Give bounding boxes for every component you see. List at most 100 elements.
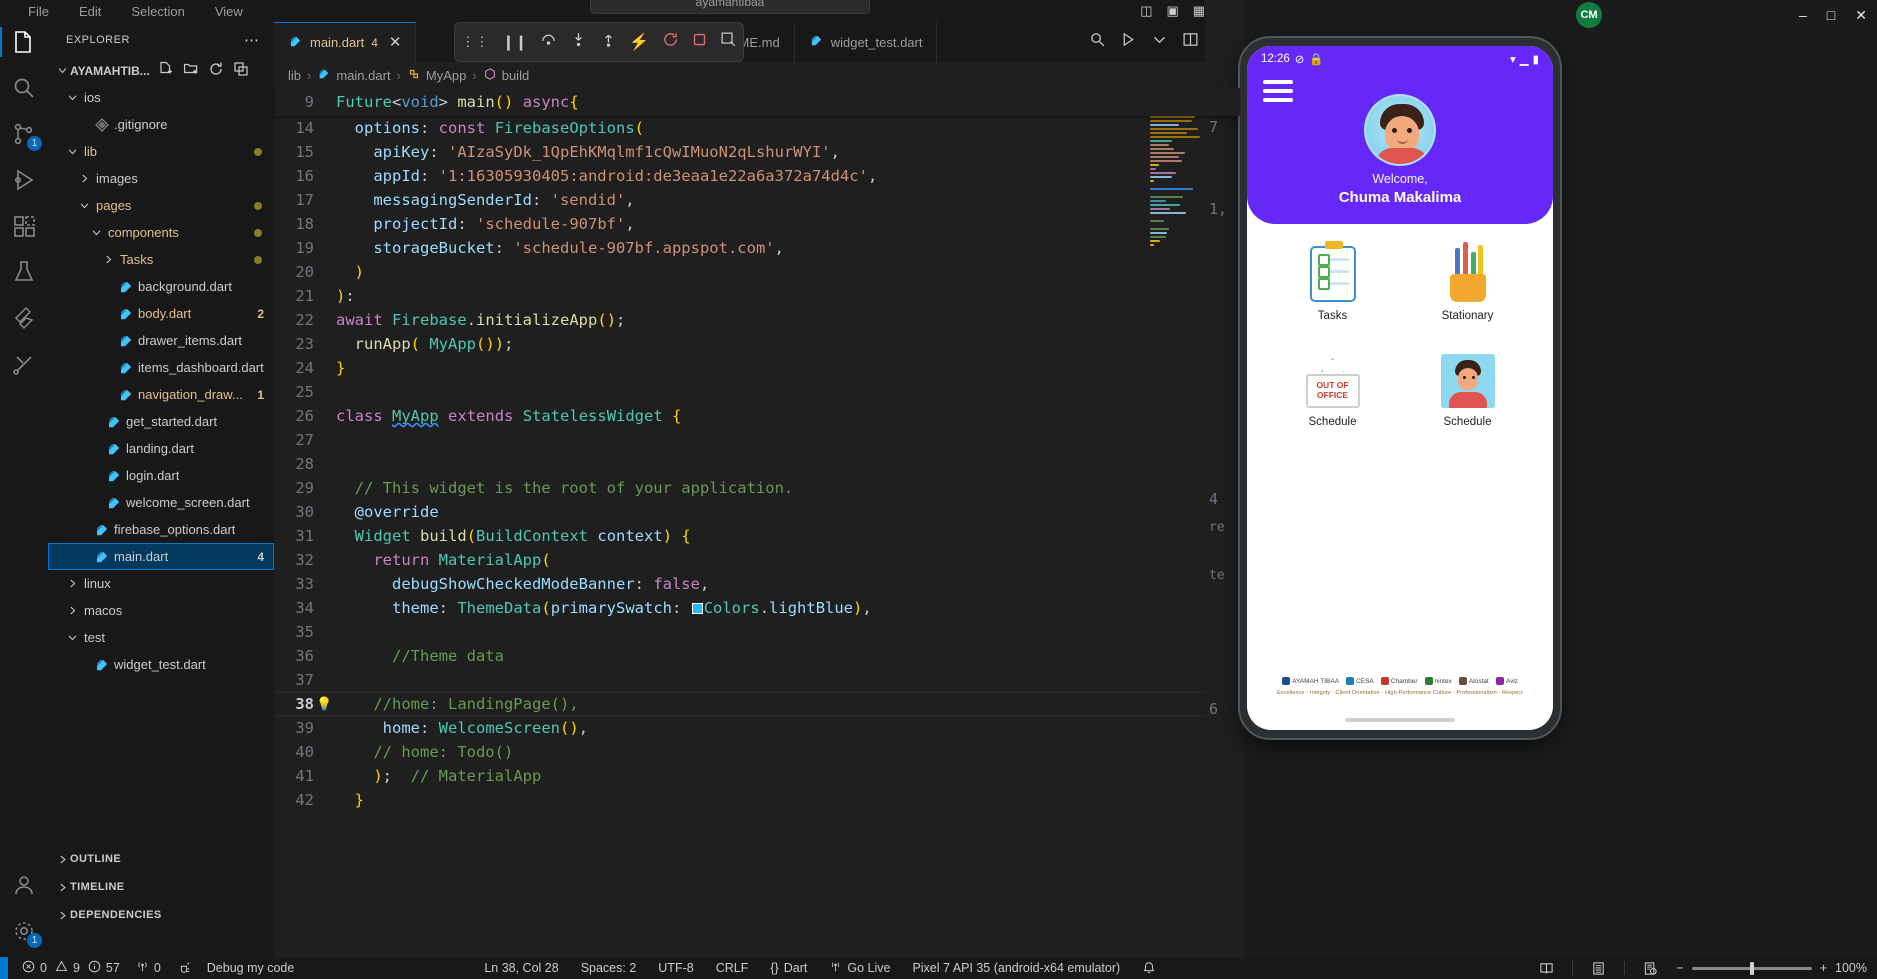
sidebar-item-search[interactable] <box>12 76 36 100</box>
run-debug-icon[interactable] <box>1120 31 1137 53</box>
tree-item-login-dart[interactable]: login.dart <box>48 462 274 489</box>
zoom-slider[interactable] <box>1691 961 1812 975</box>
code-line[interactable]: 33 debugShowCheckedModeBanner: false, <box>274 572 1240 596</box>
zoom-in-button[interactable]: + <box>1820 961 1827 975</box>
sidebar-item-testing[interactable] <box>12 260 36 284</box>
sidebar-item-source-control[interactable]: 1 <box>12 122 42 151</box>
tree-item-firebase-options-dart[interactable]: firebase_options.dart <box>48 516 274 543</box>
code-line[interactable]: 23 runApp( MyApp()); <box>274 332 1240 356</box>
step-out-icon[interactable] <box>600 31 617 53</box>
tree-item-body-dart[interactable]: body.dart 2 <box>48 300 274 327</box>
problems-errors[interactable]: 0 <box>22 960 47 976</box>
restart-icon[interactable] <box>662 31 679 53</box>
breadcrumb-main-dart[interactable]: main.dart <box>317 67 391 84</box>
code-line[interactable]: 39 home: WelcomeScreen(), <box>274 716 1240 740</box>
new-file-icon[interactable] <box>158 61 174 80</box>
pause-icon[interactable]: ❙❙ <box>502 33 527 51</box>
ports-indicator[interactable]: 0 <box>136 960 161 976</box>
tree-item-widget-test-dart[interactable]: widget_test.dart <box>48 651 274 678</box>
explorer-root-folder[interactable]: AYAMAHTIB... <box>48 57 274 84</box>
tree-item-components[interactable]: components <box>48 219 274 246</box>
problems-warnings[interactable]: 9 <box>55 960 80 976</box>
section-timeline[interactable]: TIMELINE <box>48 873 274 901</box>
code-line[interactable]: 34 theme: ThemeData(primarySwatch: Color… <box>274 596 1240 620</box>
code-line[interactable]: 40 // home: Todo() <box>274 740 1240 764</box>
explorer-more-icon[interactable]: ⋯ <box>244 31 260 49</box>
breadcrumb-lib[interactable]: lib <box>288 68 301 83</box>
tree-item-lib[interactable]: lib <box>48 138 274 165</box>
code-line[interactable]: 36 //Theme data <box>274 644 1240 668</box>
remote-indicator[interactable] <box>0 957 8 979</box>
dashboard-tile-schedule-2[interactable]: Schedule <box>1400 348 1535 428</box>
tree-item-macos[interactable]: macos <box>48 597 274 624</box>
tree-item-main-dart[interactable]: main.dart 4 <box>48 543 274 570</box>
collapse-all-icon[interactable] <box>233 61 249 80</box>
dashboard-tile-tasks[interactable]: Tasks <box>1265 241 1400 322</box>
hot-reload-icon[interactable]: ⚡ <box>629 32 649 52</box>
code-line[interactable]: 21): <box>274 284 1240 308</box>
code-line[interactable]: 41 ); // MaterialApp <box>274 764 1240 788</box>
layout-panel-icon[interactable]: ◫ <box>1140 3 1152 19</box>
code-line[interactable]: 28 <box>274 452 1240 476</box>
debug-launch-icon[interactable] <box>177 961 191 975</box>
maximize-icon[interactable]: □ <box>1827 7 1835 23</box>
tree-item-items-dashboard-dart[interactable]: items_dashboard.dart <box>48 354 274 381</box>
tree-item-test[interactable]: test <box>48 624 274 651</box>
tree-item-get-started-dart[interactable]: get_started.dart <box>48 408 274 435</box>
indentation[interactable]: Spaces: 2 <box>581 961 637 975</box>
code-line[interactable]: 20 ) <box>274 260 1240 284</box>
code-line[interactable]: 26 class MyApp extends StatelessWidget { <box>274 404 1240 428</box>
code-line[interactable]: 30 @override <box>274 500 1240 524</box>
minimize-icon[interactable]: – <box>1799 7 1807 23</box>
layout-grid-icon[interactable]: ▦ <box>1193 3 1205 19</box>
dashboard-tile-schedule-1[interactable]: OUT OF OFFICE Schedule <box>1265 348 1400 428</box>
code-line[interactable]: 15 apiKey: 'AIzaSyDk_1QpEhKMqlmf1cQwIMuo… <box>274 140 1240 164</box>
accounts-icon[interactable] <box>12 873 36 897</box>
code-line[interactable]: 42 } <box>274 788 1240 812</box>
code-line[interactable]: 29 // This widget is the root of your ap… <box>274 476 1240 500</box>
lightbulb-icon[interactable]: 💡 <box>316 696 332 712</box>
tree-item-images[interactable]: images <box>48 165 274 192</box>
step-over-icon[interactable] <box>540 31 557 53</box>
code-line[interactable]: 27 <box>274 428 1240 452</box>
sidebar-item-remote-explorer[interactable] <box>12 352 36 376</box>
debug-config-label[interactable]: Debug my code <box>207 961 295 975</box>
tree-item-linux[interactable]: linux <box>48 570 274 597</box>
encoding[interactable]: UTF-8 <box>658 961 693 975</box>
globe-doc-icon[interactable] <box>1643 961 1658 976</box>
tree-item-landing-dart[interactable]: landing.dart <box>48 435 274 462</box>
tree-item-ios[interactable]: ios <box>48 84 274 111</box>
code-line[interactable]: 22 await Firebase.initializeApp(); <box>274 308 1240 332</box>
code-line[interactable]: 19 storageBucket: 'schedule-907bf.appspo… <box>274 236 1240 260</box>
hamburger-menu-icon[interactable] <box>1263 80 1293 102</box>
command-palette-input[interactable]: ayamahtibaa <box>590 0 870 14</box>
section-outline[interactable]: OUTLINE <box>48 845 274 873</box>
code-line[interactable]: 16 appId: '1:16305930405:android:de3eaa1… <box>274 164 1240 188</box>
tree-item-tasks[interactable]: Tasks <box>48 246 274 273</box>
tree-item-navigation-draw-[interactable]: navigation_draw... 1 <box>48 381 274 408</box>
code-line[interactable]: 18 projectId: 'schedule-907bf', <box>274 212 1240 236</box>
tree-item-background-dart[interactable]: background.dart <box>48 273 274 300</box>
book-icon[interactable] <box>1539 961 1554 976</box>
cursor-position[interactable]: Ln 38, Col 28 <box>484 961 558 975</box>
code-line[interactable]: 17 messagingSenderId: 'sendid', <box>274 188 1240 212</box>
android-emulator-device[interactable]: 12:26 ⊘ 🔒 ▾ ▁ ▮ Welcome, Chuma Makalima … <box>1240 38 1560 738</box>
chevron-down-icon[interactable] <box>1151 31 1168 53</box>
tree-item-welcome-screen-dart[interactable]: welcome_screen.dart <box>48 489 274 516</box>
avatar[interactable]: CM <box>1576 2 1602 28</box>
tree-item-pages[interactable]: pages <box>48 192 274 219</box>
breadcrumb-build[interactable]: build <box>483 67 529 84</box>
drag-handle-icon[interactable]: ⋮⋮ <box>461 34 489 50</box>
end-of-line[interactable]: CRLF <box>716 961 749 975</box>
close-icon[interactable]: ✕ <box>1855 7 1867 24</box>
split-editor-icon[interactable] <box>1182 31 1199 53</box>
target-device[interactable]: Pixel 7 API 35 (android-x64 emulator) <box>912 961 1120 975</box>
sidebar-item-explorer[interactable] <box>0 27 36 57</box>
code-line[interactable]: 14 options: const FirebaseOptions( <box>274 116 1240 140</box>
menu-edit[interactable]: Edit <box>79 4 101 19</box>
tab-widget-test-dart[interactable]: widget_test.dart <box>794 22 938 62</box>
menu-file[interactable]: File <box>28 4 49 19</box>
sidebar-item-extensions[interactable] <box>12 214 36 238</box>
code-line[interactable]: 35 <box>274 620 1240 644</box>
code-line[interactable]: 37 <box>274 668 1240 692</box>
